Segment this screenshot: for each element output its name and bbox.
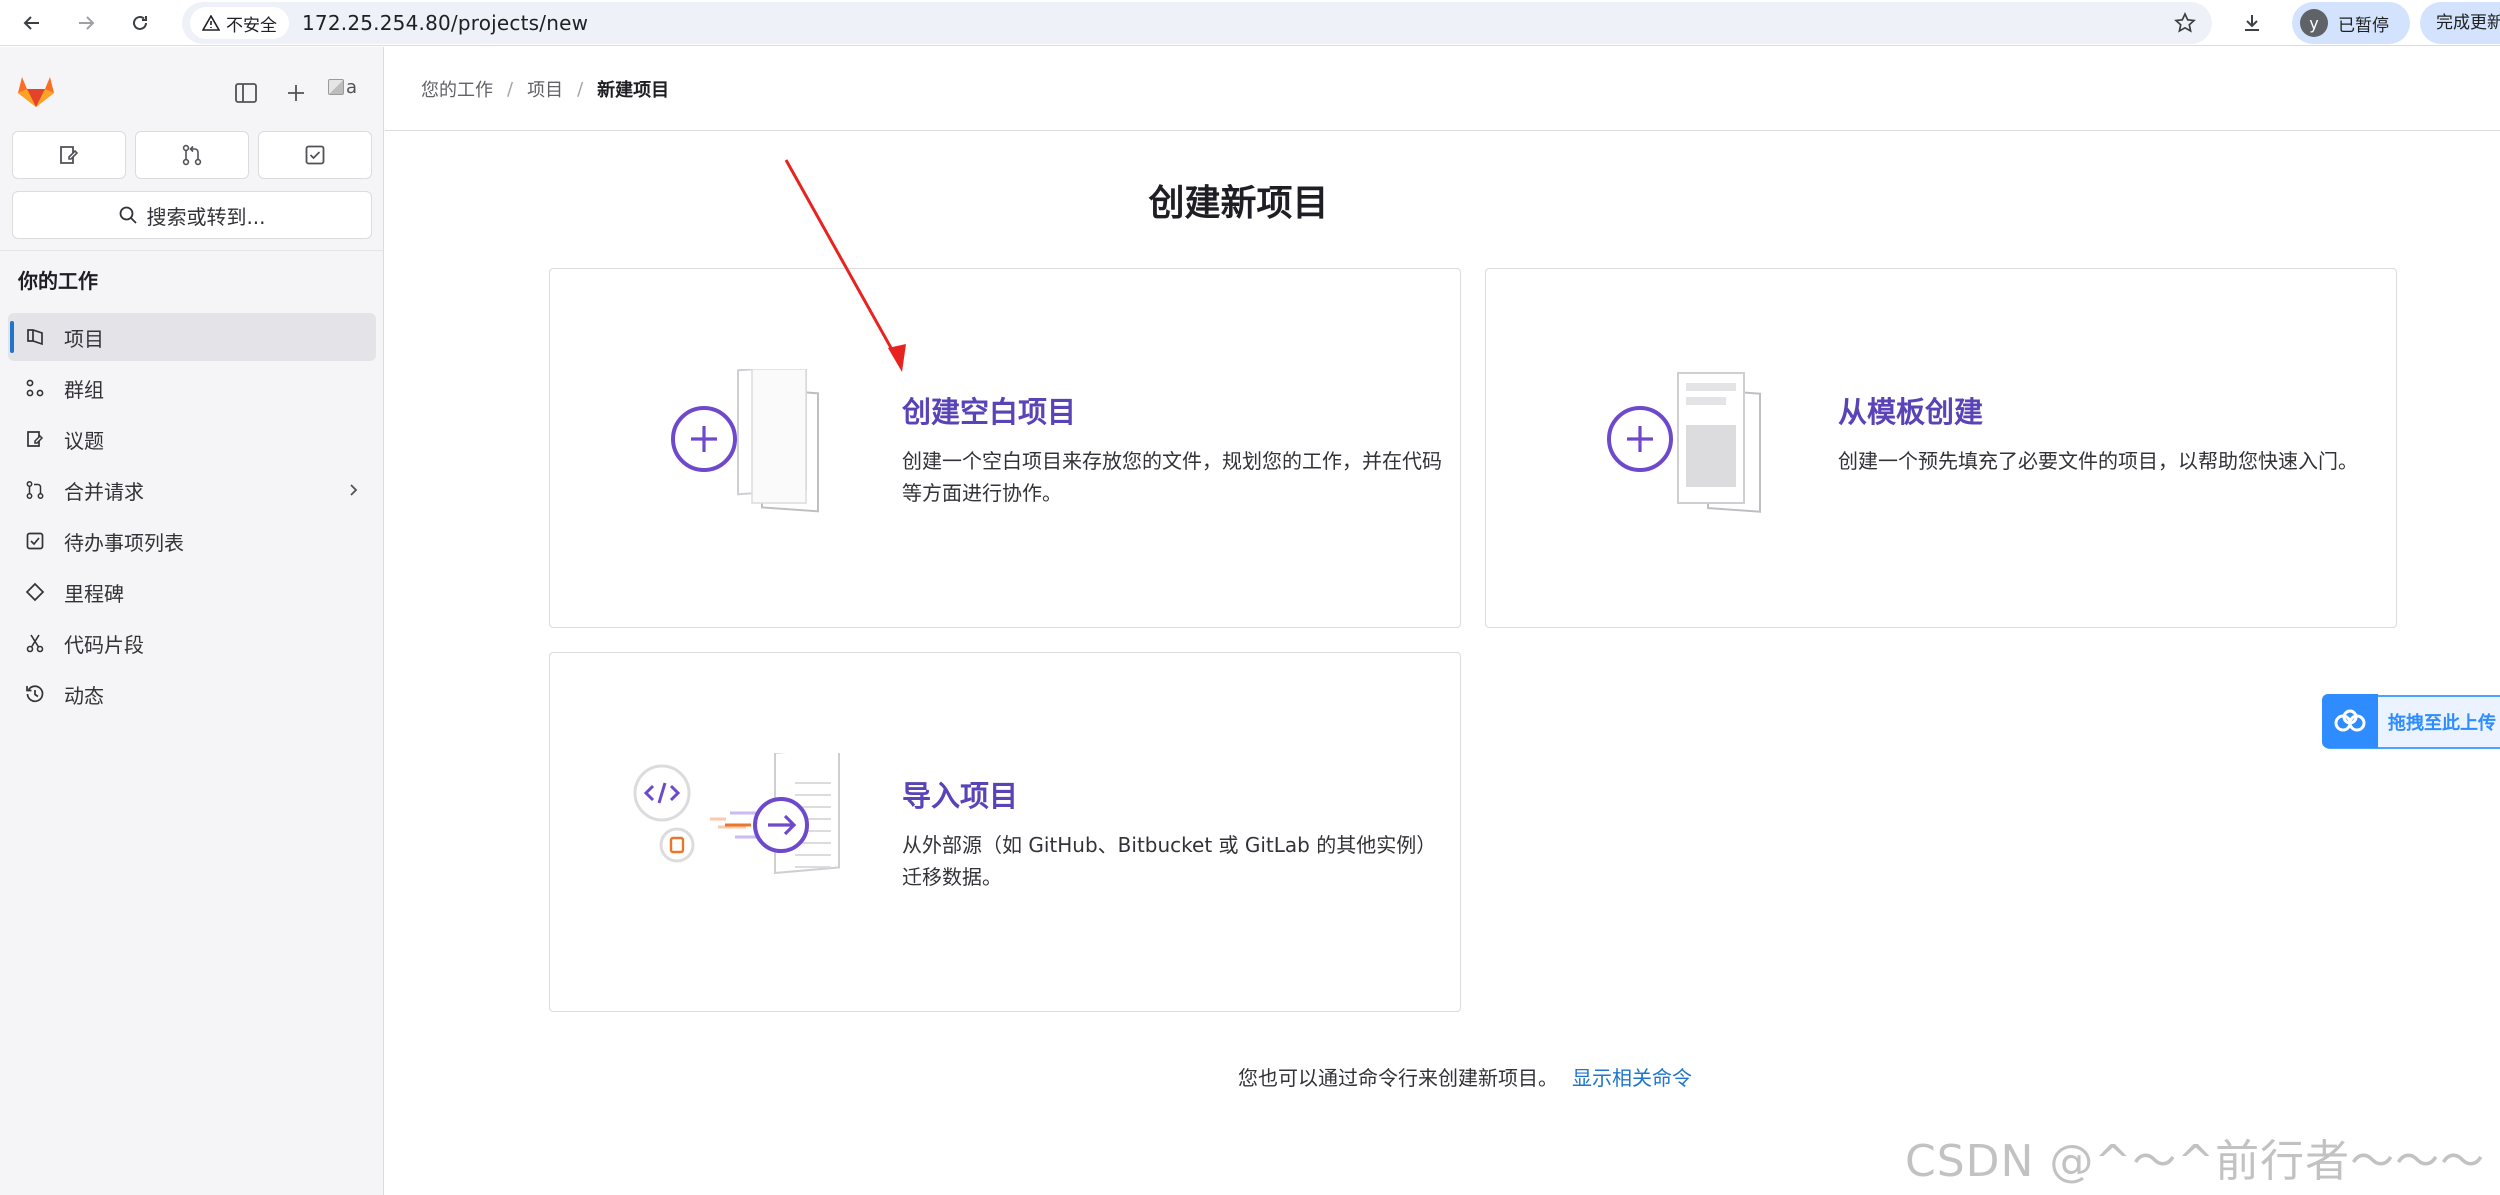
cloud-drive-icon (2322, 694, 2378, 748)
bookmark-button[interactable] (2168, 6, 2202, 40)
card-title[interactable]: 从模板创建 (1838, 389, 1983, 431)
search-icon (120, 206, 138, 224)
sidebar-item-milestones[interactable]: 里程碑 (8, 568, 376, 616)
sidebar-header: a (0, 47, 384, 127)
sidebar-item-label: 议题 (64, 428, 104, 453)
sidebar-item-label: 项目 (64, 326, 104, 351)
card-title[interactable]: 导入项目 (902, 773, 1018, 815)
profile-chip[interactable]: y 已暂停 (2292, 2, 2410, 44)
sidebar-item-label: 代码片段 (64, 632, 144, 657)
sidebar-toggle-icon (235, 83, 257, 103)
todo-icon (305, 145, 325, 165)
avatar-alt-text: a (346, 77, 358, 98)
star-icon (2174, 12, 2196, 33)
create-blank-project-card[interactable]: 创建空白项目 创建一个空白项目来存放您的文件，规划您的工作，并在代码等方面进行协… (549, 268, 1461, 628)
watermark: CSDN @^～^前行者～～～ (1905, 1136, 2486, 1187)
project-icon (24, 326, 46, 348)
upload-label: 拖拽至此上传 (2388, 713, 2496, 734)
breadcrumb-item-projects[interactable]: 项目 (527, 76, 563, 102)
sidebar-item-todo[interactable]: 待办事项列表 (8, 517, 376, 565)
milestone-icon (24, 581, 46, 603)
arrow-left-icon (23, 16, 39, 30)
card-description: 创建一个预先填充了必要文件的项目，以帮助您快速入门。 (1838, 449, 2358, 473)
update-button[interactable]: 完成更新 (2420, 2, 2500, 44)
breadcrumb: 您的工作 / 项目 / 新建项目 (421, 47, 669, 131)
todo-list-button[interactable] (258, 131, 372, 179)
breadcrumb-item-new-project[interactable]: 新建项目 (597, 76, 669, 102)
toggle-sidebar-button[interactable] (230, 77, 262, 109)
sidebar-item-groups[interactable]: 群组 (8, 364, 376, 412)
url-text[interactable]: 172.25.254.80/projects/new (302, 2, 588, 44)
blank-project-illustration-icon (671, 369, 819, 513)
gitlab-logo-icon[interactable] (16, 71, 56, 109)
warning-icon (202, 15, 220, 31)
sidebar-item-projects[interactable]: 项目 (8, 313, 376, 361)
import-project-card[interactable]: 导入项目 从外部源（如 GitHub、Bitbucket 或 GitLab 的其… (549, 652, 1461, 1012)
browser-toolbar: 不安全 172.25.254.80/projects/new y 已暂停 完成更… (0, 0, 2500, 46)
merge-request-icon (24, 479, 46, 501)
chevron-right-icon[interactable] (346, 478, 360, 502)
sidebar-item-merge-requests[interactable]: 合并请求 (8, 466, 376, 514)
section-title: 你的工作 (18, 269, 98, 293)
search-button[interactable]: 搜索或转到... (12, 191, 372, 239)
reload-button[interactable] (120, 4, 160, 42)
card-title[interactable]: 创建空白项目 (902, 389, 1076, 431)
sidebar-item-label: 群组 (64, 377, 104, 402)
cli-note: 您也可以通过命令行来创建新项目。 显示相关命令 (1238, 1062, 1692, 1091)
sidebar-item-activity[interactable]: 动态 (8, 670, 376, 718)
security-chip[interactable]: 不安全 (190, 7, 289, 39)
issues-icon (24, 428, 46, 450)
reload-icon (133, 15, 147, 30)
create-new-button[interactable] (280, 77, 312, 109)
sidebar-nav: 项目 群组 议题 合并请求 待办事项列表 里程碑 代码片段 动态 (8, 313, 376, 721)
back-button[interactable] (12, 4, 52, 42)
forward-button[interactable] (66, 4, 106, 42)
page-title-text: 创建新项目 (1148, 183, 1329, 224)
sidebar: a 搜索或转到... 你的工作 项目 群组 议题 合并请求 待办事项列表 里程碑… (0, 47, 384, 1195)
sidebar-item-issues[interactable]: 议题 (8, 415, 376, 463)
profile-avatar: y (2300, 9, 2328, 37)
show-commands-link[interactable]: 显示相关命令 (1572, 1062, 1692, 1091)
profile-status: 已暂停 (2338, 15, 2389, 36)
download-icon (2245, 15, 2259, 31)
user-avatar[interactable]: a (328, 77, 368, 107)
breadcrumb-separator: / (507, 78, 514, 100)
sidebar-item-label: 动态 (64, 683, 104, 708)
merge-request-icon (182, 144, 202, 166)
breadcrumb-item-your-work[interactable]: 您的工作 (421, 76, 493, 102)
cli-note-text: 您也可以通过命令行来创建新项目。 (1238, 1066, 1558, 1090)
quick-actions (12, 131, 372, 179)
sidebar-item-label: 合并请求 (64, 479, 144, 504)
assigned-issues-button[interactable] (12, 131, 126, 179)
template-illustration-icon (1607, 372, 1761, 513)
broken-image-icon (328, 79, 344, 95)
todo-icon (24, 530, 46, 552)
plus-icon (288, 85, 304, 101)
security-label: 不安全 (226, 15, 277, 36)
create-from-template-card[interactable]: 从模板创建 创建一个预先填充了必要文件的项目，以帮助您快速入门。 (1485, 268, 2397, 628)
card-description: 创建一个空白项目来存放您的文件，规划您的工作，并在代码等方面进行协作。 (902, 449, 1442, 505)
sidebar-item-snippets[interactable]: 代码片段 (8, 619, 376, 667)
group-icon (24, 377, 46, 399)
sidebar-item-label: 里程碑 (64, 581, 124, 606)
download-button[interactable] (2232, 4, 2272, 42)
breadcrumb-separator: / (577, 78, 584, 100)
sidebar-divider (0, 250, 383, 251)
upload-dropzone-float[interactable]: 拖拽至此上传 (2322, 694, 2500, 749)
import-project-illustration-icon (633, 753, 840, 875)
address-bar[interactable]: 不安全 172.25.254.80/projects/new (182, 2, 2212, 44)
snippet-icon (24, 632, 46, 654)
merge-requests-button[interactable] (135, 131, 249, 179)
sidebar-item-label: 待办事项列表 (64, 530, 184, 555)
issues-icon (60, 146, 79, 164)
search-label: 搜索或转到... (146, 204, 266, 229)
page-header: 您的工作 / 项目 / 新建项目 (385, 47, 2500, 131)
arrow-right-icon (79, 16, 95, 30)
card-description: 从外部源（如 GitHub、Bitbucket 或 GitLab 的其他实例）迁… (902, 833, 1437, 889)
activity-icon (24, 683, 46, 705)
page-title: 创建新项目 (385, 174, 2500, 226)
